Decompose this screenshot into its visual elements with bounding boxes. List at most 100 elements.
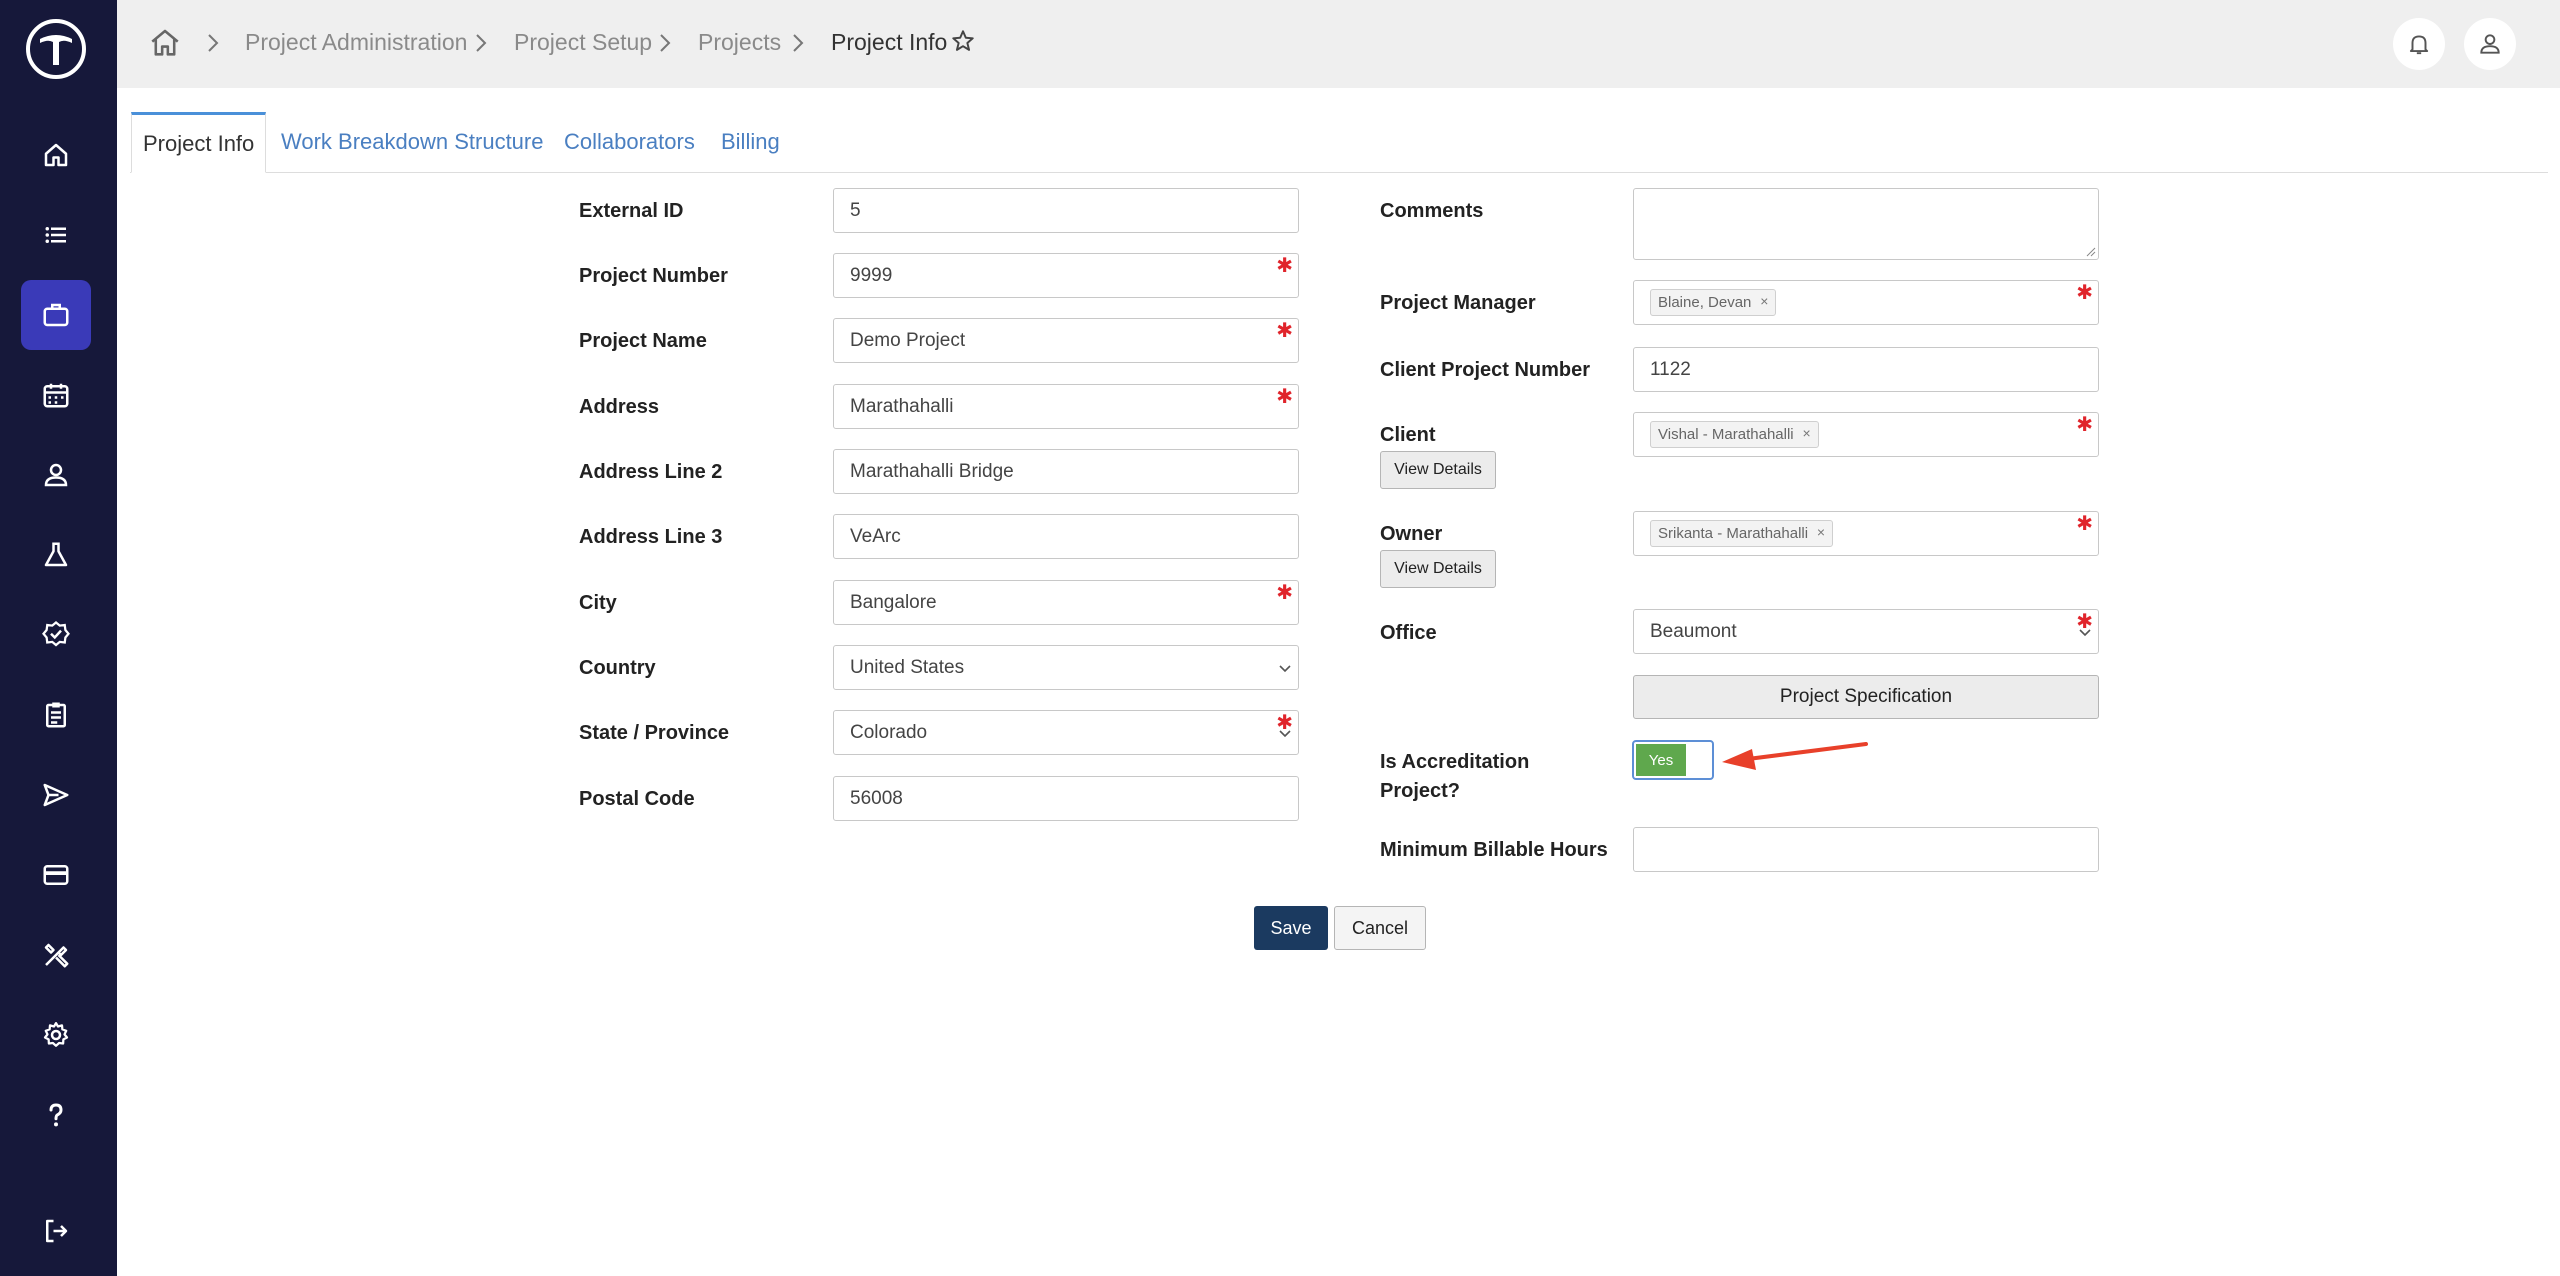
nav-list[interactable] bbox=[21, 200, 91, 270]
country-value: United States bbox=[850, 657, 965, 678]
postal-code-input[interactable]: 56008 bbox=[833, 776, 1299, 821]
state-province-select[interactable]: Colorado ✱ bbox=[833, 710, 1299, 755]
city-input[interactable]: Bangalore ✱ bbox=[833, 580, 1299, 625]
chevron-right-icon bbox=[208, 34, 219, 52]
notifications-button[interactable] bbox=[2393, 18, 2445, 70]
postal-code-label: Postal Code bbox=[579, 788, 695, 810]
minimum-billable-hours-label: Minimum Billable Hours bbox=[1380, 839, 1608, 861]
annotation-arrow-icon bbox=[1722, 742, 1868, 770]
save-button[interactable]: Save bbox=[1254, 906, 1328, 950]
project-number-input[interactable]: 9999 ✱ bbox=[833, 253, 1299, 298]
badge-check-icon bbox=[42, 621, 70, 647]
list-icon bbox=[45, 227, 66, 243]
nav-settings[interactable] bbox=[21, 1000, 91, 1070]
postal-code-value: 56008 bbox=[850, 788, 903, 809]
required-icon: ✱ bbox=[1276, 320, 1293, 342]
nav-people[interactable] bbox=[21, 440, 91, 510]
accreditation-label-line2: Project? bbox=[1380, 780, 1461, 802]
project-name-input[interactable]: Demo Project ✱ bbox=[833, 318, 1299, 363]
top-bar: Project Administration Project Setup Pro… bbox=[117, 0, 2560, 88]
project-number-label: Project Number bbox=[579, 265, 728, 287]
tab-collaborators[interactable]: Collaborators bbox=[564, 112, 695, 173]
breadcrumb-project-setup[interactable]: Project Setup bbox=[514, 29, 652, 56]
remove-tag-icon[interactable]: × bbox=[1760, 293, 1768, 309]
credit-card-icon bbox=[43, 865, 69, 885]
owner-view-details-button[interactable]: View Details bbox=[1380, 550, 1496, 588]
user-icon bbox=[44, 463, 68, 487]
client-project-number-value: 1122 bbox=[1650, 359, 1691, 380]
nav-calendar[interactable] bbox=[21, 360, 91, 430]
nav-send[interactable] bbox=[21, 760, 91, 830]
user-menu-button[interactable] bbox=[2464, 18, 2516, 70]
accreditation-label-line1: Is Accreditation bbox=[1380, 751, 1530, 773]
client-project-number-input[interactable]: 1122 bbox=[1633, 347, 2099, 392]
cancel-button[interactable]: Cancel bbox=[1334, 906, 1426, 950]
project-manager-label: Project Manager bbox=[1380, 292, 1536, 314]
owner-label: Owner bbox=[1380, 523, 1443, 545]
client-view-details-button[interactable]: View Details bbox=[1380, 451, 1496, 489]
office-select[interactable]: Beaumont ✱ bbox=[1633, 609, 2099, 654]
nav-help[interactable] bbox=[21, 1080, 91, 1150]
breadcrumb-projects[interactable]: Projects bbox=[698, 29, 781, 56]
address-input[interactable]: Marathahalli ✱ bbox=[833, 384, 1299, 429]
app-logo[interactable] bbox=[26, 19, 86, 79]
nav-lab[interactable] bbox=[21, 520, 91, 590]
remove-tag-icon[interactable]: × bbox=[1817, 524, 1825, 540]
resize-grip-icon[interactable] bbox=[2086, 247, 2096, 257]
tab-project-info[interactable]: Project Info bbox=[131, 112, 266, 173]
city-label: City bbox=[579, 592, 617, 614]
owner-multiselect[interactable]: Srikanta - Marathahalli × ✱ bbox=[1633, 511, 2099, 556]
owner-tag-label: Srikanta - Marathahalli bbox=[1658, 525, 1809, 542]
required-icon: ✱ bbox=[2076, 414, 2093, 436]
address-line-3-input[interactable]: VeArc bbox=[833, 514, 1299, 559]
external-id-input[interactable]: 5 bbox=[833, 188, 1299, 233]
minimum-billable-hours-input[interactable] bbox=[1633, 827, 2099, 872]
nav-billing[interactable] bbox=[21, 840, 91, 910]
project-name-label: Project Name bbox=[579, 330, 707, 352]
address-line-3-label: Address Line 3 bbox=[579, 526, 723, 548]
required-icon: ✱ bbox=[1276, 582, 1293, 604]
state-province-label: State / Province bbox=[579, 722, 730, 744]
gear-icon bbox=[43, 1022, 69, 1047]
comments-textarea[interactable] bbox=[1633, 188, 2099, 260]
address-line-2-value: Marathahalli Bridge bbox=[850, 461, 1014, 482]
tab-billing[interactable]: Billing bbox=[721, 112, 780, 173]
breadcrumb-home-icon[interactable] bbox=[148, 26, 182, 60]
client-multiselect[interactable]: Vishal - Marathahalli × ✱ bbox=[1633, 412, 2099, 457]
address-value: Marathahalli bbox=[850, 396, 954, 417]
breadcrumb-project-administration[interactable]: Project Administration bbox=[245, 29, 467, 56]
project-manager-multiselect[interactable]: Blaine, Devan × ✱ bbox=[1633, 280, 2099, 325]
sidebar bbox=[0, 0, 117, 1276]
nav-quality[interactable] bbox=[21, 600, 91, 670]
project-number-value: 9999 bbox=[850, 265, 893, 286]
calendar-icon bbox=[43, 383, 69, 408]
client-tag-label: Vishal - Marathahalli bbox=[1658, 426, 1794, 443]
breadcrumb-current: Project Info bbox=[831, 29, 948, 55]
required-icon: ✱ bbox=[1276, 255, 1293, 277]
star-icon[interactable] bbox=[950, 28, 976, 54]
client-tag: Vishal - Marathahalli × bbox=[1650, 421, 1819, 448]
accreditation-toggle[interactable]: Yes bbox=[1632, 740, 1714, 780]
required-icon: ✱ bbox=[1276, 386, 1293, 408]
nav-reports[interactable] bbox=[21, 680, 91, 750]
user-icon bbox=[2480, 34, 2500, 54]
country-select[interactable]: United States bbox=[833, 645, 1299, 690]
nav-projects[interactable] bbox=[21, 280, 91, 350]
flask-icon bbox=[44, 542, 68, 567]
state-province-value: Colorado bbox=[850, 722, 928, 743]
address-line-2-label: Address Line 2 bbox=[579, 461, 723, 483]
project-specification-button[interactable]: Project Specification bbox=[1633, 675, 2099, 719]
office-label: Office bbox=[1380, 622, 1437, 644]
remove-tag-icon[interactable]: × bbox=[1802, 425, 1810, 441]
address-line-2-input[interactable]: Marathahalli Bridge bbox=[833, 449, 1299, 494]
tab-work-breakdown-structure[interactable]: Work Breakdown Structure bbox=[281, 112, 543, 173]
tools-icon bbox=[44, 943, 69, 968]
address-label: Address bbox=[579, 396, 660, 418]
project-manager-tag-label: Blaine, Devan bbox=[1658, 294, 1752, 311]
required-icon: ✱ bbox=[2076, 282, 2093, 304]
nav-home[interactable] bbox=[21, 120, 91, 190]
home-icon bbox=[44, 143, 68, 167]
nav-tools[interactable] bbox=[21, 920, 91, 990]
nav-logout[interactable] bbox=[21, 1196, 91, 1266]
chevron-down-icon bbox=[1279, 665, 1291, 673]
